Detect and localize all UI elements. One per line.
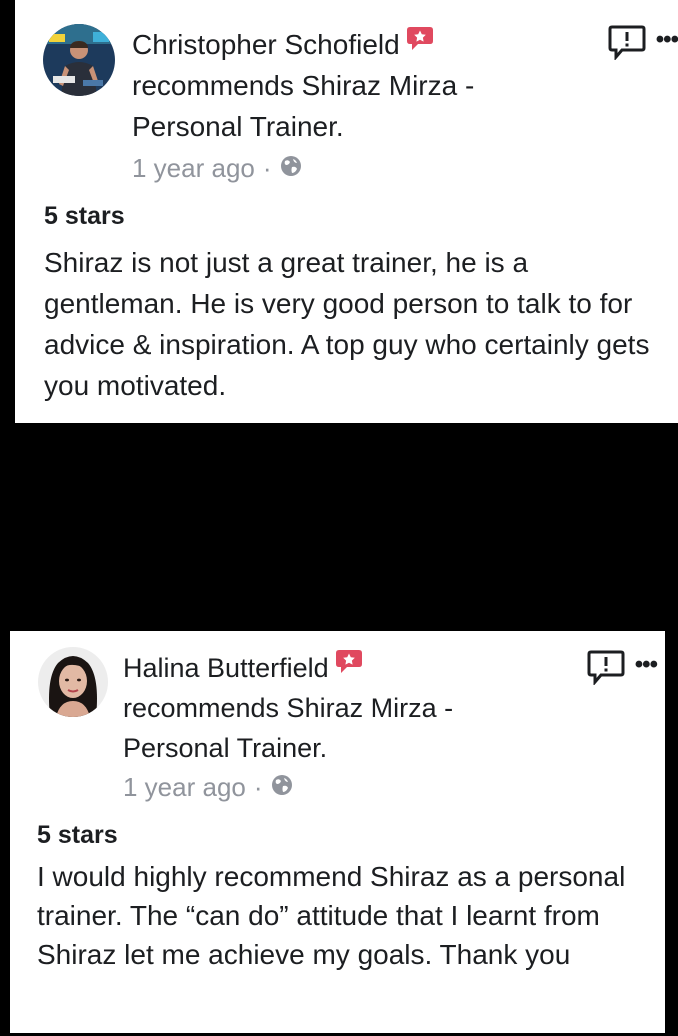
- reviewer-name[interactable]: Halina Butterfield: [123, 653, 329, 683]
- review-rating: 5 stars: [37, 821, 118, 849]
- review-actions: •••: [587, 649, 658, 690]
- reviewer-name[interactable]: Christopher Schofield: [132, 29, 400, 60]
- globe-icon: [280, 153, 302, 184]
- review-rating: 5 stars: [44, 202, 125, 230]
- review-meta: 1 year ago ·: [123, 772, 293, 803]
- avatar-photo: [43, 24, 115, 96]
- reviewer-avatar[interactable]: [43, 24, 115, 96]
- recommend-icon: [406, 22, 434, 63]
- review-time[interactable]: 1 year ago: [123, 772, 246, 803]
- more-options-button[interactable]: •••: [635, 652, 658, 687]
- report-icon: [608, 25, 646, 62]
- report-icon: [587, 650, 625, 687]
- review-header: Halina Butterfield recommends Shiraz Mir…: [123, 646, 543, 768]
- review-card: Halina Butterfield recommends Shiraz Mir…: [10, 631, 665, 1033]
- meta-separator: ·: [262, 153, 272, 183]
- meta-separator: ·: [253, 772, 263, 802]
- more-options-button[interactable]: •••: [656, 27, 678, 62]
- review-meta: 1 year ago ·: [132, 153, 302, 184]
- review-text: Shiraz is not just a great trainer, he i…: [44, 247, 650, 401]
- review-card: Christopher Schofield recommends Shiraz …: [15, 0, 678, 423]
- globe-icon: [271, 772, 293, 803]
- review-time[interactable]: 1 year ago: [132, 153, 255, 184]
- report-button[interactable]: [587, 649, 625, 690]
- review-text: I would highly recommend Shiraz as a per…: [37, 861, 626, 970]
- review-actions: •••: [608, 24, 678, 65]
- avatar-photo: [38, 647, 108, 717]
- report-button[interactable]: [608, 24, 646, 65]
- review-header: Christopher Schofield recommends Shiraz …: [132, 22, 552, 147]
- recommend-icon: [335, 646, 363, 686]
- recommendation-text: recommends Shiraz Mirza - Personal Train…: [123, 693, 454, 763]
- reviewer-avatar[interactable]: [38, 647, 108, 717]
- recommendation-text: recommends Shiraz Mirza - Personal Train…: [132, 70, 475, 142]
